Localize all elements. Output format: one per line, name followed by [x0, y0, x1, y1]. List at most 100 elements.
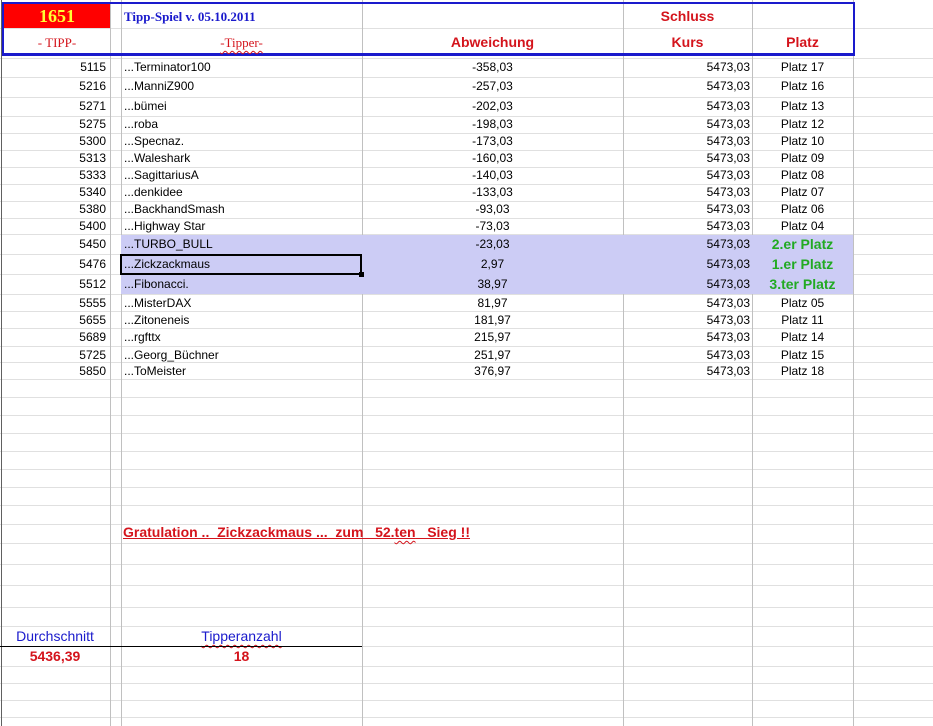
- count-value[interactable]: 18: [121, 648, 362, 665]
- abweichung-cell[interactable]: 2,97: [362, 256, 623, 273]
- tipper-cell[interactable]: ...MisterDAX: [124, 295, 360, 312]
- kurs-cell[interactable]: 5473,03: [623, 78, 750, 95]
- kurs-cell[interactable]: 5473,03: [623, 59, 750, 76]
- selected-cell[interactable]: [120, 254, 362, 275]
- platz-cell[interactable]: Platz 10: [752, 133, 853, 150]
- tipper-cell[interactable]: ...roba: [124, 116, 360, 133]
- avg-label[interactable]: Durchschnitt: [0, 628, 110, 645]
- tipp-cell[interactable]: 5115: [0, 59, 106, 76]
- avg-value[interactable]: 5436,39: [0, 648, 110, 665]
- abweichung-cell[interactable]: -202,03: [362, 98, 623, 115]
- tipp-cell[interactable]: 5512: [0, 276, 106, 293]
- kurs-cell[interactable]: 5473,03: [623, 276, 750, 293]
- platz-cell[interactable]: Platz 18: [752, 363, 853, 380]
- tipp-cell[interactable]: 5380: [0, 201, 106, 218]
- col-header-kurs[interactable]: Kurs: [623, 34, 752, 51]
- kurs-cell[interactable]: 5473,03: [623, 184, 750, 201]
- abweichung-cell[interactable]: 376,97: [362, 363, 623, 380]
- platz-cell[interactable]: Platz 17: [752, 59, 853, 76]
- abweichung-cell[interactable]: -257,03: [362, 78, 623, 95]
- tipp-cell[interactable]: 5271: [0, 98, 106, 115]
- tipp-cell[interactable]: 5333: [0, 167, 106, 184]
- abweichung-cell[interactable]: 81,97: [362, 295, 623, 312]
- col-header-abweichung[interactable]: Abweichung: [362, 34, 623, 51]
- tipp-cell[interactable]: 5313: [0, 150, 106, 167]
- tipper-cell[interactable]: ...rgfttx: [124, 329, 360, 346]
- tipper-cell[interactable]: ...SagittariusA: [124, 167, 360, 184]
- tipp-cell[interactable]: 5300: [0, 133, 106, 150]
- tipper-cell[interactable]: ...BackhandSmash: [124, 201, 360, 218]
- platz-cell[interactable]: Platz 04: [752, 218, 853, 235]
- platz-cell[interactable]: 1.er Platz: [752, 256, 853, 273]
- kurs-cell[interactable]: 5473,03: [623, 347, 750, 364]
- platz-cell[interactable]: Platz 08: [752, 167, 853, 184]
- tipper-cell[interactable]: ...TURBO_BULL: [124, 236, 360, 253]
- tipper-cell[interactable]: ...bümei: [124, 98, 360, 115]
- platz-cell[interactable]: Platz 06: [752, 201, 853, 218]
- col-header-platz[interactable]: Platz: [752, 34, 853, 51]
- platz-cell[interactable]: Platz 14: [752, 329, 853, 346]
- abweichung-cell[interactable]: -358,03: [362, 59, 623, 76]
- congrats-text[interactable]: Gratulation .. Zickzackmaus ... zum 52.t…: [123, 524, 470, 541]
- tipper-cell[interactable]: ...Zitoneneis: [124, 312, 360, 329]
- tipp-cell[interactable]: 5655: [0, 312, 106, 329]
- kurs-cell[interactable]: 5473,03: [623, 133, 750, 150]
- count-cell[interactable]: 1651: [4, 4, 110, 28]
- platz-cell[interactable]: Platz 05: [752, 295, 853, 312]
- kurs-cell[interactable]: 5473,03: [623, 295, 750, 312]
- tipper-cell[interactable]: ...Waleshark: [124, 150, 360, 167]
- abweichung-cell[interactable]: 251,97: [362, 347, 623, 364]
- tipp-cell[interactable]: 5850: [0, 363, 106, 380]
- tipper-cell[interactable]: ...Highway Star: [124, 218, 360, 235]
- platz-cell[interactable]: Platz 12: [752, 116, 853, 133]
- platz-cell[interactable]: Platz 15: [752, 347, 853, 364]
- abweichung-cell[interactable]: 181,97: [362, 312, 623, 329]
- abweichung-cell[interactable]: -73,03: [362, 218, 623, 235]
- tipper-cell[interactable]: ...Georg_Büchner: [124, 347, 360, 364]
- kurs-cell[interactable]: 5473,03: [623, 116, 750, 133]
- abweichung-cell[interactable]: -93,03: [362, 201, 623, 218]
- kurs-cell[interactable]: 5473,03: [623, 98, 750, 115]
- platz-cell[interactable]: Platz 11: [752, 312, 853, 329]
- title-cell[interactable]: Tipp-Spiel v. 05.10.2011: [124, 8, 256, 25]
- tipper-cell[interactable]: ...Terminator100: [124, 59, 360, 76]
- tipp-cell[interactable]: 5275: [0, 116, 106, 133]
- kurs-cell[interactable]: 5473,03: [623, 201, 750, 218]
- kurs-cell[interactable]: 5473,03: [623, 236, 750, 253]
- platz-cell[interactable]: Platz 09: [752, 150, 853, 167]
- fill-handle[interactable]: [359, 272, 364, 277]
- kurs-cell[interactable]: 5473,03: [623, 150, 750, 167]
- abweichung-cell[interactable]: 215,97: [362, 329, 623, 346]
- tipp-cell[interactable]: 5340: [0, 184, 106, 201]
- count-label[interactable]: Tipperanzahl: [121, 628, 362, 645]
- kurs-cell[interactable]: 5473,03: [623, 167, 750, 184]
- col-header-tipper[interactable]: -Tipper-: [121, 34, 362, 51]
- kurs-cell[interactable]: 5473,03: [623, 329, 750, 346]
- platz-cell[interactable]: 3.ter Platz: [752, 276, 853, 293]
- col-header-tipp[interactable]: - TIPP-: [4, 34, 110, 51]
- tipp-cell[interactable]: 5689: [0, 329, 106, 346]
- abweichung-cell[interactable]: -23,03: [362, 236, 623, 253]
- abweichung-cell[interactable]: -198,03: [362, 116, 623, 133]
- abweichung-cell[interactable]: -160,03: [362, 150, 623, 167]
- tipper-cell[interactable]: ...Specnaz.: [124, 133, 360, 150]
- tipp-cell[interactable]: 5476: [0, 256, 106, 273]
- abweichung-cell[interactable]: -173,03: [362, 133, 623, 150]
- abweichung-cell[interactable]: -133,03: [362, 184, 623, 201]
- tipp-cell[interactable]: 5216: [0, 78, 106, 95]
- platz-cell[interactable]: Platz 16: [752, 78, 853, 95]
- tipper-cell[interactable]: ...ToMeister: [124, 363, 360, 380]
- tipp-cell[interactable]: 5400: [0, 218, 106, 235]
- kurs-cell[interactable]: 5473,03: [623, 312, 750, 329]
- abweichung-cell[interactable]: -140,03: [362, 167, 623, 184]
- tipper-cell[interactable]: ...ManniZ900: [124, 78, 360, 95]
- abweichung-cell[interactable]: 38,97: [362, 276, 623, 293]
- platz-cell[interactable]: 2.er Platz: [752, 236, 853, 253]
- kurs-cell[interactable]: 5473,03: [623, 256, 750, 273]
- tipp-cell[interactable]: 5450: [0, 236, 106, 253]
- platz-cell[interactable]: Platz 13: [752, 98, 853, 115]
- spreadsheet[interactable]: 1651 Tipp-Spiel v. 05.10.2011 - TIPP- -T…: [0, 0, 933, 726]
- tipp-cell[interactable]: 5725: [0, 347, 106, 364]
- tipper-cell[interactable]: ...Fibonacci.: [124, 276, 360, 293]
- kurs-cell[interactable]: 5473,03: [623, 363, 750, 380]
